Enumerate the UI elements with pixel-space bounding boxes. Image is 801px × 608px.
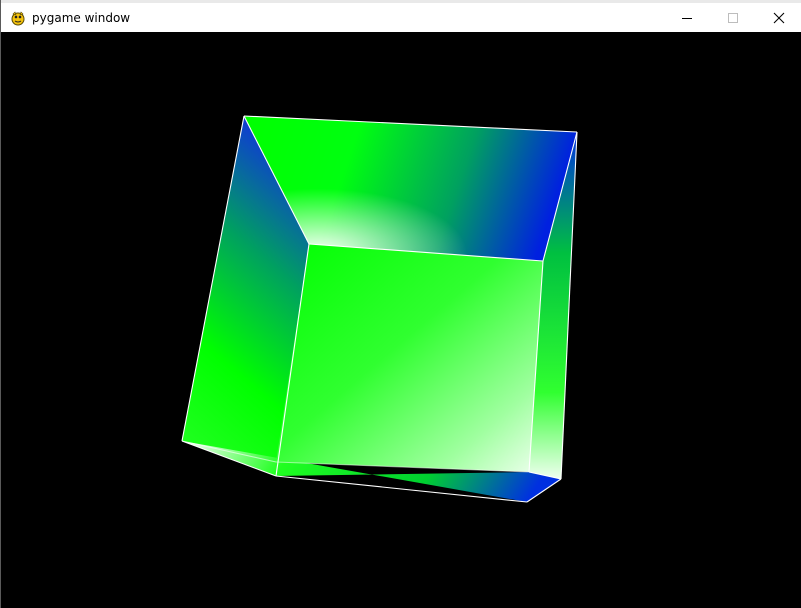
close-icon bbox=[773, 12, 785, 23]
window-title: pygame window bbox=[32, 10, 131, 25]
maximize-icon bbox=[728, 12, 738, 23]
cube-render bbox=[181, 115, 578, 503]
pygame-canvas[interactable] bbox=[2, 32, 801, 608]
minimize-icon bbox=[682, 17, 692, 19]
window-controls bbox=[664, 3, 801, 32]
maximize-button[interactable] bbox=[710, 3, 756, 32]
close-button[interactable] bbox=[756, 3, 801, 32]
minimize-button[interactable] bbox=[664, 3, 710, 32]
title-bar[interactable]: pygame window bbox=[1, 3, 801, 32]
pygame-snake-icon bbox=[10, 10, 26, 26]
pygame-window: pygame window bbox=[0, 0, 801, 608]
cube-back-face bbox=[276, 244, 543, 472]
